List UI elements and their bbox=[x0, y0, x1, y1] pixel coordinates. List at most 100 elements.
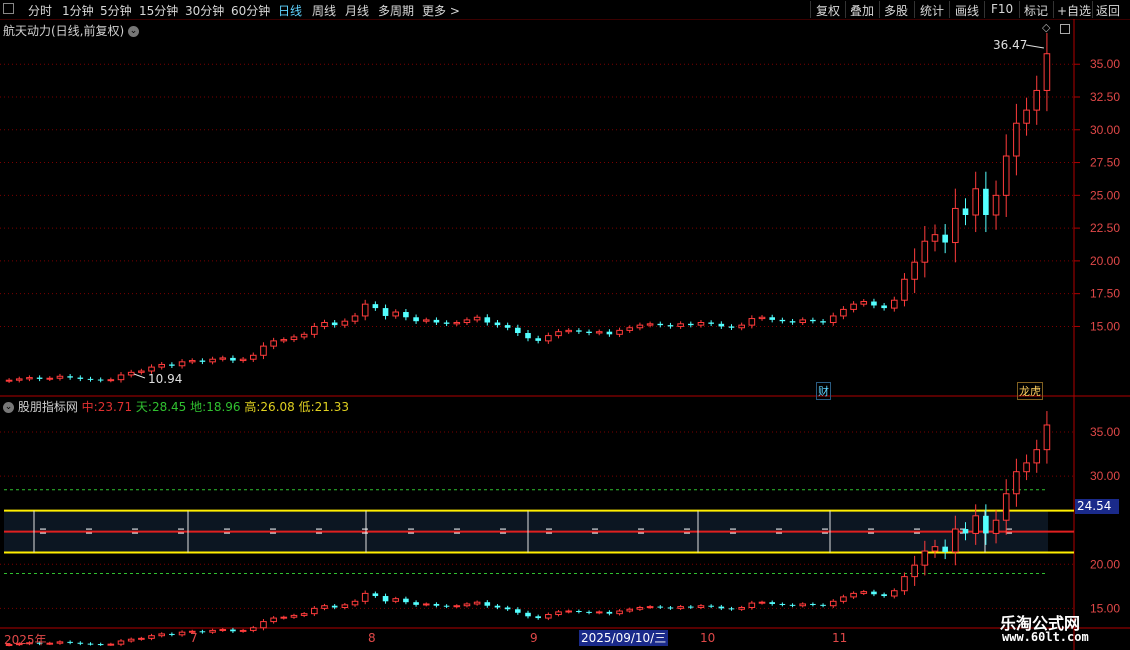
candle-body bbox=[392, 311, 400, 317]
candle-body bbox=[525, 612, 531, 617]
panel-toggle-icon[interactable] bbox=[1060, 24, 1070, 34]
candle-body bbox=[545, 614, 552, 619]
indicator-low-label: 低: bbox=[298, 400, 315, 414]
indicator-high-value: 26.08 bbox=[260, 400, 295, 414]
candle-body bbox=[188, 360, 196, 363]
candle-body bbox=[758, 316, 766, 320]
candle-body bbox=[992, 194, 1000, 216]
candle-body bbox=[535, 616, 541, 619]
candle-body bbox=[351, 315, 359, 322]
candle-body bbox=[67, 641, 73, 643]
y-tick-label: 30.00 bbox=[1090, 469, 1120, 483]
candle-body bbox=[829, 315, 837, 324]
candle-body bbox=[616, 329, 623, 335]
band-marker bbox=[178, 528, 184, 530]
x-label-year: 2025年 bbox=[4, 633, 47, 647]
candle-body bbox=[840, 308, 847, 317]
candle-body bbox=[443, 605, 450, 607]
y-tick-label: 20.00 bbox=[1090, 557, 1120, 571]
candle-body bbox=[463, 319, 471, 324]
candle-body bbox=[107, 379, 115, 382]
candle-body bbox=[392, 598, 400, 602]
candle-body bbox=[952, 528, 959, 553]
band-marker bbox=[822, 532, 828, 534]
band-marker bbox=[592, 532, 598, 534]
indicator-ground-label: 地: bbox=[190, 400, 207, 414]
candle-body bbox=[636, 324, 644, 329]
candle-body bbox=[484, 317, 491, 323]
candle-body bbox=[473, 316, 481, 321]
candle-body bbox=[769, 317, 775, 320]
band-marker bbox=[224, 528, 230, 530]
candle-body bbox=[667, 325, 674, 327]
candle-body bbox=[535, 338, 541, 341]
candle-body bbox=[56, 641, 64, 644]
candle-body bbox=[555, 611, 562, 616]
band-marker bbox=[270, 532, 276, 534]
candle-body bbox=[911, 261, 918, 280]
candle-body bbox=[697, 322, 705, 326]
candle-body bbox=[952, 207, 959, 244]
candle-body bbox=[708, 322, 714, 324]
chevron-down-icon[interactable]: ⌄ bbox=[3, 402, 14, 413]
y-tick-label: 35.00 bbox=[1090, 425, 1120, 439]
candle-body bbox=[169, 633, 175, 635]
candle-body bbox=[463, 603, 471, 607]
candle-body bbox=[280, 339, 288, 342]
indicator-mid-label: 中: bbox=[81, 400, 98, 414]
band-marker bbox=[86, 528, 92, 530]
candle-body bbox=[871, 591, 877, 595]
candle-body bbox=[1033, 89, 1041, 111]
candle-body bbox=[687, 323, 694, 326]
candle-body bbox=[657, 323, 664, 326]
candle-body bbox=[890, 299, 898, 309]
band-marker bbox=[316, 532, 322, 534]
candle-body bbox=[341, 320, 349, 326]
stock-title: 航天动力(日线,前复权) ⌄ bbox=[3, 22, 140, 39]
y-tick-label: 25.00 bbox=[1090, 188, 1120, 202]
candle-body bbox=[860, 301, 868, 305]
candle-body bbox=[748, 318, 756, 326]
band-marker bbox=[638, 532, 644, 534]
band-marker bbox=[500, 532, 506, 534]
candle-body bbox=[942, 234, 948, 243]
candle-body bbox=[453, 605, 461, 608]
candle-body bbox=[850, 592, 857, 598]
candle-body bbox=[983, 515, 989, 534]
candle-body bbox=[107, 643, 115, 646]
candle-body bbox=[331, 322, 338, 326]
candle-body bbox=[586, 611, 592, 613]
indicator-high-label: 高: bbox=[244, 400, 261, 414]
candle-body bbox=[138, 637, 145, 640]
candle-body bbox=[321, 322, 328, 327]
candle-body bbox=[626, 327, 634, 331]
band-marker bbox=[270, 528, 276, 530]
band-marker bbox=[776, 532, 782, 534]
watermark-url: www.60lt.com bbox=[1002, 630, 1089, 644]
band-marker bbox=[684, 528, 690, 530]
candle-body bbox=[230, 357, 236, 361]
band-marker bbox=[822, 528, 828, 530]
candle-body bbox=[361, 303, 369, 317]
band-marker bbox=[546, 528, 552, 530]
band-marker bbox=[40, 528, 46, 530]
band-marker bbox=[500, 528, 506, 530]
candle-body bbox=[148, 635, 155, 639]
candle-body bbox=[606, 331, 613, 335]
candle-body bbox=[260, 621, 267, 629]
finance-tag[interactable]: 财 bbox=[816, 382, 831, 400]
band-marker bbox=[1006, 528, 1012, 530]
chevron-down-icon[interactable]: ⌄ bbox=[128, 26, 140, 37]
candle-body bbox=[321, 605, 328, 609]
band-marker bbox=[730, 528, 736, 530]
diamond-icon[interactable]: ◇ bbox=[1042, 21, 1050, 34]
dragon-tiger-tag[interactable]: 龙虎 bbox=[1017, 382, 1043, 400]
candle-body bbox=[565, 329, 572, 333]
kline-chart[interactable]: 35.00 32.50 30.00 27.50 25.00 22.50 20.00 17.50… bbox=[0, 0, 1130, 650]
band-marker bbox=[684, 532, 690, 534]
candle-body bbox=[779, 603, 786, 605]
candle-body bbox=[219, 629, 227, 632]
band-marker bbox=[178, 532, 184, 534]
candle-body bbox=[545, 335, 552, 342]
candle-body bbox=[901, 278, 908, 301]
